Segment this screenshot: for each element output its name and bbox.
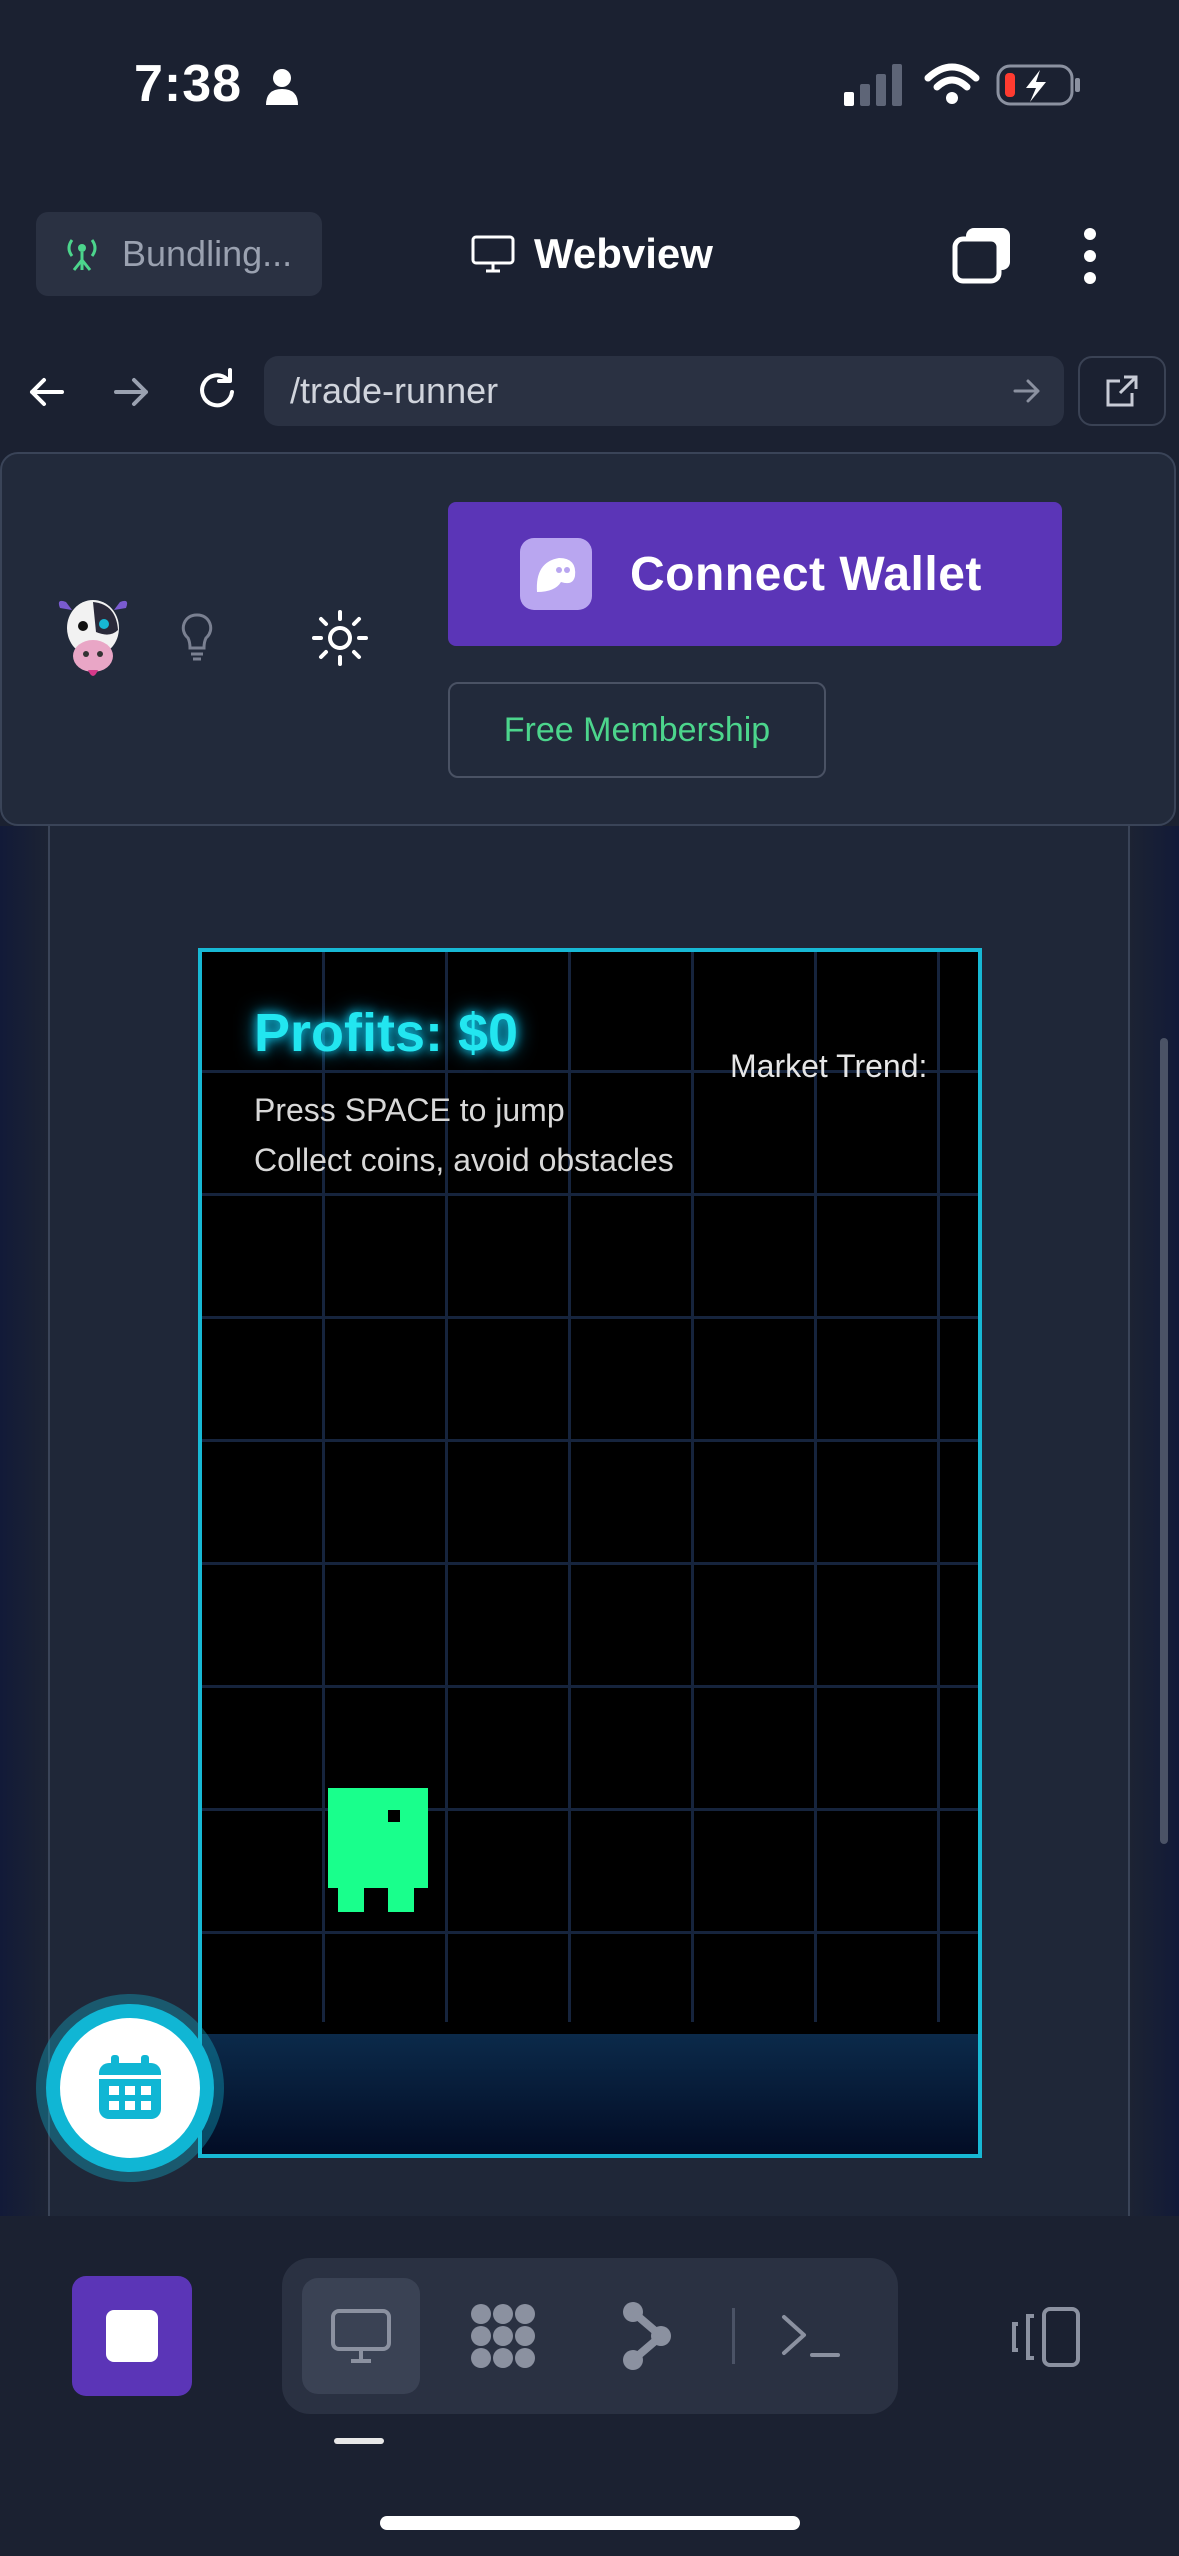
tab-divider bbox=[732, 2308, 735, 2364]
page-side-right bbox=[1130, 826, 1179, 2216]
external-link-icon bbox=[1106, 375, 1138, 407]
grid-line bbox=[202, 1193, 978, 1196]
monitor-icon bbox=[471, 235, 515, 273]
sun-icon[interactable] bbox=[310, 608, 370, 668]
page-scrollbar[interactable] bbox=[1160, 1038, 1168, 1844]
active-tab-indicator bbox=[334, 2438, 384, 2444]
free-membership-label: Free Membership bbox=[503, 710, 771, 749]
tabs-icon[interactable] bbox=[952, 226, 1012, 284]
player-character bbox=[328, 1788, 428, 1912]
objective-instruction: Collect coins, avoid obstacles bbox=[254, 1142, 674, 1178]
cow-logo-icon[interactable] bbox=[56, 590, 130, 686]
grid-line bbox=[202, 1931, 978, 1934]
jump-instruction: Press SPACE to jump bbox=[254, 1092, 565, 1128]
grid-line bbox=[691, 952, 694, 2022]
url-bar[interactable]: /trade-runner bbox=[264, 356, 1064, 426]
stop-button[interactable] bbox=[72, 2276, 192, 2396]
grid-line bbox=[202, 1685, 978, 1688]
lightbulb-icon[interactable] bbox=[180, 612, 214, 662]
terminal-icon bbox=[782, 2315, 840, 2357]
grid-line bbox=[202, 1316, 978, 1319]
tab-modules[interactable] bbox=[444, 2278, 562, 2394]
grid-line bbox=[202, 1808, 978, 1811]
market-trend-label: Market Trend: bbox=[730, 1048, 928, 1084]
antenna-icon bbox=[67, 239, 97, 271]
free-membership-button[interactable]: Free Membership bbox=[448, 682, 826, 778]
branch-icon bbox=[623, 2302, 671, 2370]
grid-line bbox=[568, 952, 571, 2022]
person-icon bbox=[265, 69, 298, 106]
stop-icon bbox=[106, 2310, 158, 2362]
forward-arrow-icon[interactable] bbox=[112, 372, 152, 412]
monitor-icon bbox=[331, 2309, 391, 2363]
signal-icon bbox=[844, 64, 902, 106]
home-indicator[interactable] bbox=[380, 2516, 800, 2530]
back-arrow-icon[interactable] bbox=[26, 372, 66, 412]
connect-wallet-button[interactable]: Connect Wallet bbox=[448, 502, 1062, 646]
battery-icon bbox=[996, 64, 1080, 106]
page-side-left bbox=[0, 826, 48, 2216]
tab-webview[interactable] bbox=[302, 2278, 420, 2394]
profits-display: Profits: $0 bbox=[254, 1003, 519, 1063]
bundling-label: Bundling... bbox=[122, 233, 293, 274]
wifi-icon bbox=[924, 63, 980, 104]
grid-line bbox=[202, 1562, 978, 1565]
panel-toggle-icon[interactable] bbox=[1010, 2306, 1082, 2368]
ghost-icon bbox=[520, 538, 592, 610]
calendar-icon bbox=[99, 2055, 161, 2119]
open-external-button[interactable] bbox=[1078, 356, 1166, 426]
more-vertical-icon[interactable] bbox=[1080, 226, 1100, 286]
reload-icon[interactable] bbox=[194, 368, 240, 414]
status-time: 7:38 bbox=[134, 54, 300, 114]
grid-line bbox=[814, 952, 817, 2022]
player-eye bbox=[388, 1810, 400, 1822]
webview-title: Webview bbox=[470, 226, 713, 282]
tab-branches[interactable] bbox=[588, 2278, 706, 2394]
tab-terminal[interactable] bbox=[752, 2278, 870, 2394]
calendar-button[interactable] bbox=[46, 2004, 214, 2172]
view-tab-group bbox=[282, 2258, 898, 2414]
grid-line bbox=[937, 952, 940, 2022]
go-arrow-icon[interactable] bbox=[1012, 376, 1042, 406]
game-canvas[interactable]: Profits: $0 Market Trend: Press SPACE to… bbox=[198, 948, 982, 2158]
bundling-status[interactable]: Bundling... bbox=[36, 212, 322, 296]
game-floor bbox=[202, 2034, 978, 2154]
url-text: /trade-runner bbox=[290, 370, 499, 411]
connect-wallet-label: Connect Wallet bbox=[630, 547, 982, 601]
grid-dots-icon bbox=[471, 2304, 535, 2368]
grid-line bbox=[202, 1439, 978, 1442]
